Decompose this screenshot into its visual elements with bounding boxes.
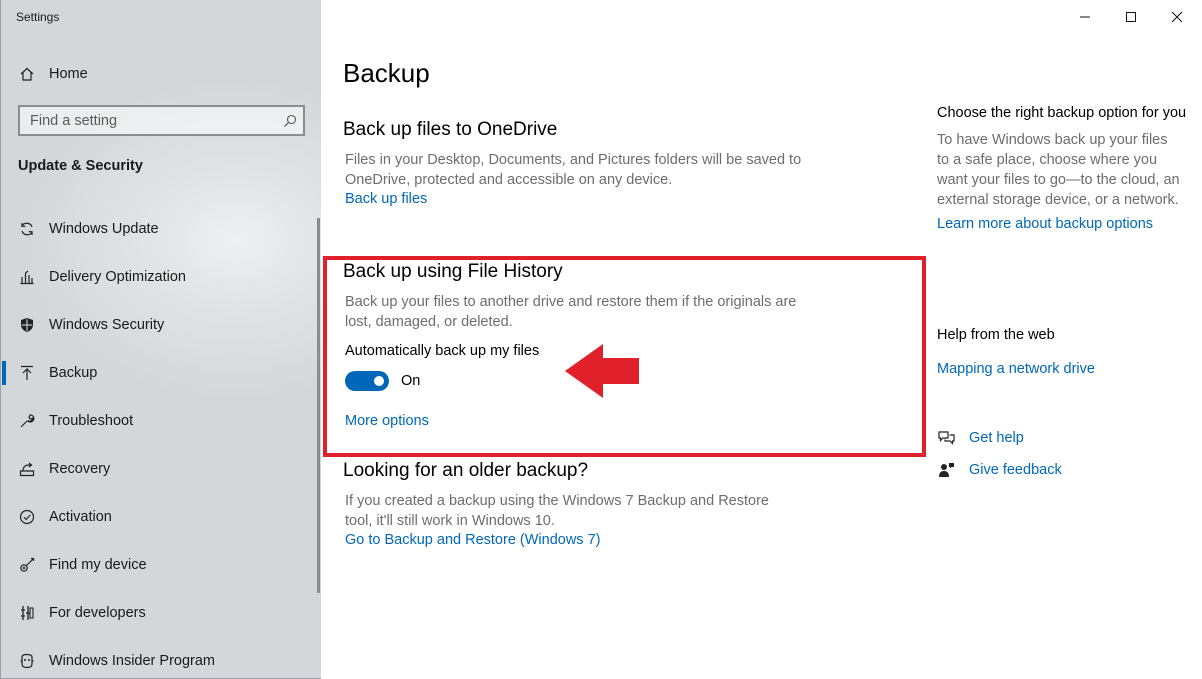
sidebar: Settings Home Update & Security Windows …: [0, 0, 321, 679]
home-icon: [18, 65, 36, 83]
sidebar-item-activation[interactable]: Activation: [1, 493, 317, 541]
choose-backup-title: Choose the right backup option for you: [937, 105, 1187, 121]
sidebar-item-label: Backup: [49, 365, 98, 381]
sidebar-item-find-my-device[interactable]: Find my device: [1, 541, 317, 589]
sidebar-item-label: Windows Insider Program: [49, 653, 215, 669]
onedrive-section-title: Back up files to OneDrive: [343, 119, 558, 140]
learn-more-backup-link[interactable]: Learn more about backup options: [937, 216, 1187, 232]
search-box[interactable]: [18, 105, 305, 136]
check-circle-icon: [18, 508, 36, 526]
section-title: Update & Security: [18, 158, 143, 174]
sidebar-item-label: Troubleshoot: [49, 413, 134, 429]
sidebar-item-label: Windows Security: [49, 317, 165, 333]
sidebar-item-recovery[interactable]: Recovery: [1, 445, 317, 493]
sidebar-item-label: Find my device: [49, 557, 147, 573]
sidebar-item-for-developers[interactable]: For developers: [1, 589, 317, 637]
backup-restore-windows7-link[interactable]: Go to Backup and Restore (Windows 7): [345, 532, 600, 548]
home-nav-item[interactable]: Home: [18, 64, 88, 84]
app-title: Settings: [16, 10, 60, 24]
sidebar-item-windows-update[interactable]: Windows Update: [1, 205, 317, 253]
sidebar-item-label: Windows Update: [49, 221, 159, 237]
main-content: Backup Back up files to OneDrive Files i…: [321, 0, 1202, 679]
wrench-icon: [18, 412, 36, 430]
give-feedback-link[interactable]: Give feedback: [969, 462, 1062, 478]
choose-backup-description: To have Windows back up your files to a …: [937, 132, 1180, 208]
older-backup-description: If you created a backup using the Window…: [345, 493, 769, 529]
help-from-web-title: Help from the web: [937, 327, 1055, 343]
chat-help-icon: [937, 429, 955, 447]
nav-list: Windows Update Delivery Optimization Win…: [1, 205, 317, 678]
sidebar-item-windows-insider-program[interactable]: Windows Insider Program: [1, 637, 317, 678]
feedback-icon: [937, 461, 955, 479]
backup-icon: [18, 364, 36, 382]
sidebar-item-backup[interactable]: Backup: [1, 349, 317, 397]
red-arrow-icon: [565, 344, 639, 398]
sidebar-item-delivery-optimization[interactable]: Delivery Optimization: [1, 253, 317, 301]
sidebar-item-windows-security[interactable]: Windows Security: [1, 301, 317, 349]
search-input[interactable]: [20, 107, 277, 134]
recovery-icon: [18, 460, 36, 478]
choose-backup-panel: Choose the right backup option for you T…: [937, 103, 1187, 232]
home-label: Home: [49, 66, 88, 82]
get-help-link[interactable]: Get help: [969, 430, 1024, 446]
refresh-icon: [18, 220, 36, 238]
sidebar-item-label: For developers: [49, 605, 146, 621]
mapping-network-drive-link[interactable]: Mapping a network drive: [937, 361, 1187, 377]
back-up-files-link[interactable]: Back up files: [345, 191, 427, 207]
delivery-optimization-icon: [18, 268, 36, 286]
developer-icon: [18, 604, 36, 622]
onedrive-description: Files in your Desktop, Documents, and Pi…: [345, 152, 802, 188]
older-backup-section-title: Looking for an older backup?: [343, 460, 589, 481]
shield-icon: [18, 316, 36, 334]
search-icon[interactable]: [277, 114, 303, 128]
help-from-web-panel: Help from the web Mapping a network driv…: [937, 325, 1187, 377]
find-device-icon: [18, 556, 36, 574]
give-feedback-row[interactable]: Give feedback: [937, 461, 1062, 479]
get-help-row[interactable]: Get help: [937, 429, 1024, 447]
sidebar-item-label: Delivery Optimization: [49, 269, 186, 285]
sidebar-item-troubleshoot[interactable]: Troubleshoot: [1, 397, 317, 445]
page-title: Backup: [343, 58, 430, 88]
insider-icon: [18, 652, 36, 670]
sidebar-scrollbar[interactable]: [317, 218, 320, 593]
sidebar-item-label: Recovery: [49, 461, 111, 477]
sidebar-item-label: Activation: [49, 509, 112, 525]
